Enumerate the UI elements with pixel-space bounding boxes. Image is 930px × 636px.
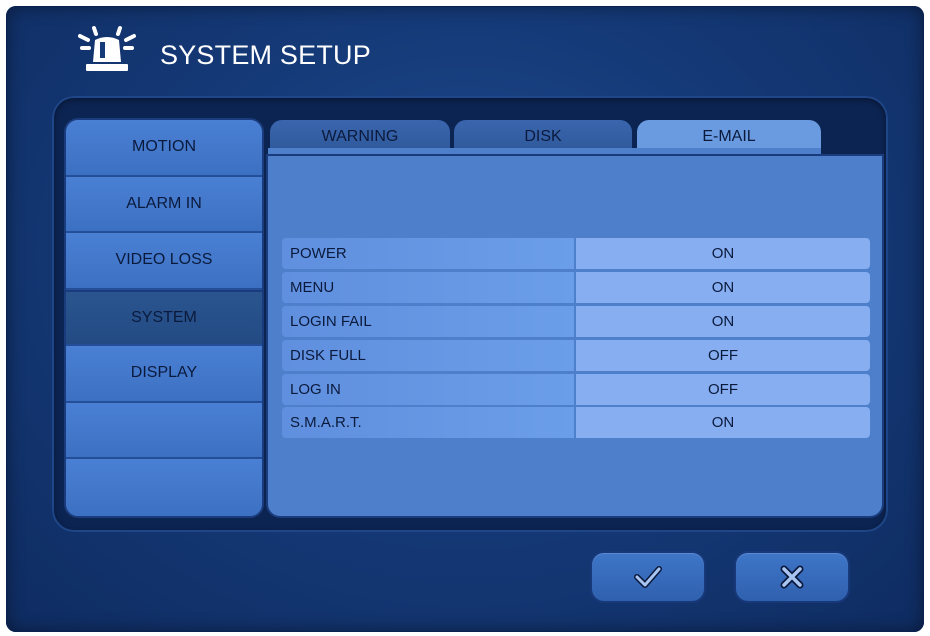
sidebar-item-video-loss[interactable]: VIDEO LOSS	[66, 233, 262, 290]
sidebar-item-system[interactable]: SYSTEM	[66, 289, 262, 346]
setting-label: S.M.A.R.T.	[282, 407, 574, 438]
setting-row-disk-full: DISK FULL OFF	[282, 340, 870, 371]
setting-value-menu[interactable]: ON	[576, 272, 870, 303]
sidebar: MOTION ALARM IN VIDEO LOSS SYSTEM DISPLA…	[66, 120, 262, 516]
sidebar-item-alarm-in[interactable]: ALARM IN	[66, 176, 262, 233]
setting-label: POWER	[282, 238, 574, 269]
setting-label: DISK FULL	[282, 340, 574, 371]
setting-value-disk-full[interactable]: OFF	[576, 340, 870, 371]
setting-label: MENU	[282, 272, 574, 303]
sidebar-item-empty	[66, 459, 262, 516]
setting-value-log-in[interactable]: OFF	[576, 374, 870, 405]
setting-value-power[interactable]: ON	[576, 238, 870, 269]
checkmark-icon	[634, 566, 662, 588]
setting-label: LOG IN	[282, 374, 574, 405]
setting-row-log-in: LOG IN OFF	[282, 374, 870, 405]
setting-value-smart[interactable]: ON	[576, 407, 870, 438]
siren-icon	[78, 26, 136, 71]
setting-row-menu: MENU ON	[282, 272, 870, 303]
sidebar-item-display[interactable]: DISPLAY	[66, 346, 262, 403]
setting-row-power: POWER ON	[282, 238, 870, 269]
setting-value-login-fail[interactable]: ON	[576, 306, 870, 337]
setting-row-smart: S.M.A.R.T. ON	[282, 407, 870, 438]
close-icon	[780, 565, 804, 589]
confirm-button[interactable]	[592, 553, 704, 601]
setting-row-login-fail: LOGIN FAIL ON	[282, 306, 870, 337]
page-title: SYSTEM SETUP	[160, 40, 371, 70]
setting-label: LOGIN FAIL	[282, 306, 574, 337]
cancel-button[interactable]	[736, 553, 848, 601]
sidebar-item-empty	[66, 402, 262, 459]
sidebar-item-motion[interactable]: MOTION	[66, 120, 262, 177]
